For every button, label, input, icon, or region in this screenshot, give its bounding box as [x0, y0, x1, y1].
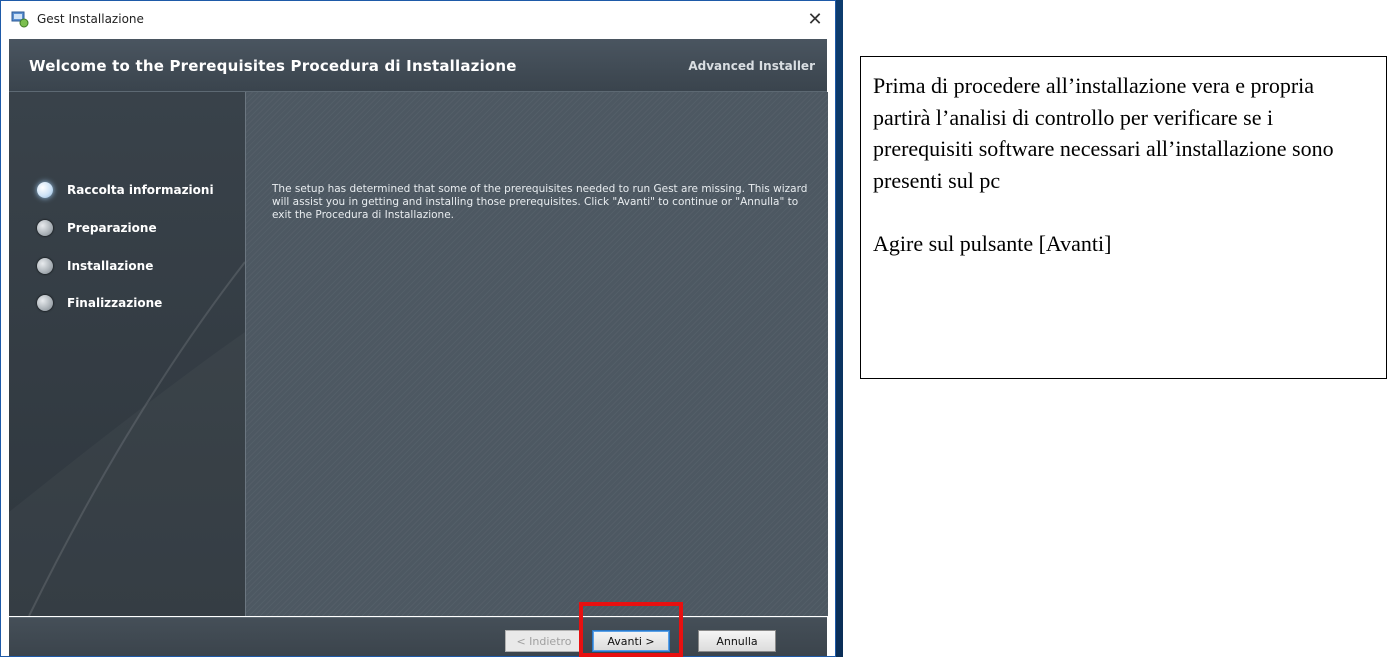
sidebar-curve-decoration	[28, 261, 245, 616]
step-installazione: Installazione	[37, 258, 153, 274]
step-preparazione: Preparazione	[37, 220, 157, 236]
next-button[interactable]: Avanti >	[592, 630, 670, 652]
wizard-header: Welcome to the Prerequisites Procedura d…	[9, 39, 827, 92]
step-active-indicator-icon	[37, 182, 53, 198]
brand-label: Advanced Installer	[688, 59, 815, 73]
steps-sidebar: Raccolta informazioni Preparazione Insta…	[9, 92, 245, 616]
close-icon[interactable]: ✕	[799, 5, 831, 33]
step-finalizzazione: Finalizzazione	[37, 295, 162, 311]
content-panel: The setup has determined that some of th…	[245, 92, 828, 616]
step-label: Raccolta informazioni	[67, 183, 214, 197]
step-indicator-icon	[37, 220, 53, 236]
prerequisites-message: The setup has determined that some of th…	[272, 183, 808, 221]
step-indicator-icon	[37, 295, 53, 311]
button-bar: < Indietro Avanti > Annulla	[9, 617, 827, 656]
step-label: Finalizzazione	[67, 296, 163, 310]
step-label: Preparazione	[67, 221, 157, 235]
note-action: Agire sul pulsante [Avanti]	[873, 231, 1112, 256]
installer-icon	[11, 10, 29, 28]
instruction-note: Prima di procedere all’installazione ver…	[860, 56, 1387, 379]
step-raccolta-informazioni: Raccolta informazioni	[37, 182, 214, 198]
step-indicator-icon	[37, 258, 53, 274]
back-button[interactable]: < Indietro	[505, 630, 583, 652]
window-title: Gest Installazione	[37, 12, 144, 26]
page-title: Welcome to the Prerequisites Procedura d…	[29, 57, 517, 75]
title-bar: Gest Installazione ✕	[1, 1, 835, 37]
cancel-button[interactable]: Annulla	[698, 630, 776, 652]
note-description: Prima di procedere all’installazione ver…	[873, 73, 1334, 193]
installer-window: Gest Installazione ✕ Welcome to the Prer…	[0, 0, 836, 657]
step-label: Installazione	[67, 259, 154, 273]
